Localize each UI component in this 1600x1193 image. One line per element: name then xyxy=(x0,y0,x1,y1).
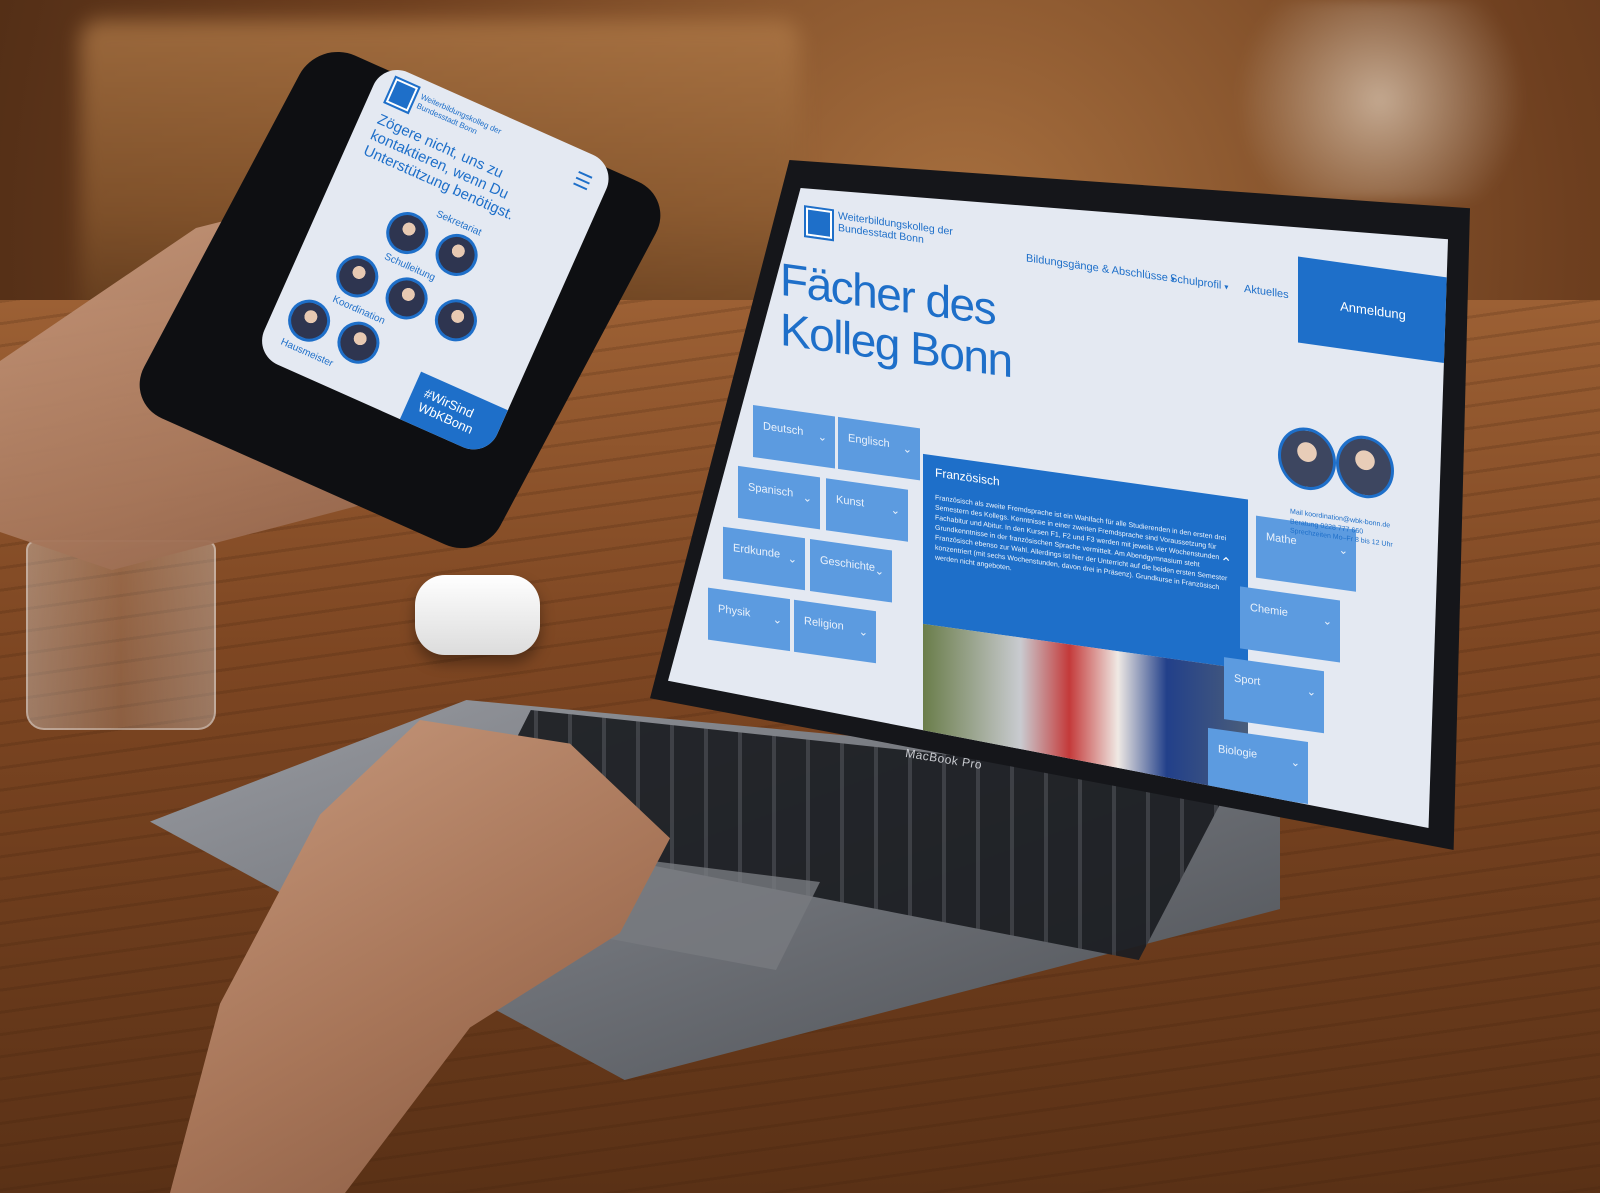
subject-tile-englisch[interactable]: Englisch ⌄ xyxy=(838,416,920,481)
subject-tile-physik[interactable]: Physik ⌄ xyxy=(708,587,790,652)
chevron-down-icon: ⌄ xyxy=(858,625,868,640)
chevron-down-icon: ⌄ xyxy=(1306,685,1316,700)
site-logo[interactable] xyxy=(804,205,834,242)
nav-item-aktuelles[interactable]: Aktuelles xyxy=(1244,283,1289,301)
chevron-down-icon: ▾ xyxy=(1224,282,1229,292)
staff-avatar xyxy=(428,292,484,349)
chevron-down-icon: ⌄ xyxy=(1322,615,1332,629)
chevron-down-icon: ⌄ xyxy=(902,442,912,457)
chevron-down-icon: ⌄ xyxy=(890,504,900,518)
earbuds-case xyxy=(415,575,540,655)
subject-tile-religion[interactable]: Religion ⌄ xyxy=(794,599,876,664)
page-title: Fächer des Kolleg Bonn xyxy=(780,252,1012,388)
subject-tile-chemie[interactable]: Chemie ⌄ xyxy=(1240,586,1340,663)
chevron-up-icon[interactable]: ⌃ xyxy=(1220,554,1232,573)
nav-item-schulprofil[interactable]: Schulprofil ▾ xyxy=(1170,273,1228,293)
anmeldung-button[interactable]: Anmeldung xyxy=(1298,256,1448,364)
subject-tile-spanisch[interactable]: Spanisch ⌄ xyxy=(738,465,820,530)
hamburger-menu-icon[interactable]: ☰ xyxy=(569,166,596,196)
chevron-down-icon: ⌄ xyxy=(787,552,797,567)
chevron-down-icon: ⌄ xyxy=(1290,756,1300,770)
site-school-name: Weiterbildungskolleg der Bundesstadt Bon… xyxy=(838,209,953,246)
chevron-down-icon: ⌄ xyxy=(802,491,812,506)
chevron-down-icon: ⌄ xyxy=(1338,544,1348,558)
chevron-down-icon: ⌄ xyxy=(772,613,782,628)
subject-tile-geschichte[interactable]: Geschichte ⌄ xyxy=(810,538,892,603)
nav-item-bildungsgaenge[interactable]: Bildungsgänge & Abschlüsse ▾ xyxy=(1026,252,1175,285)
water-glass xyxy=(26,540,216,730)
contact-avatar xyxy=(1278,423,1336,494)
chevron-down-icon: ⌄ xyxy=(817,431,827,445)
chevron-down-icon: ⌄ xyxy=(874,565,884,579)
subject-tile-erdkunde[interactable]: Erdkunde ⌄ xyxy=(723,526,805,591)
subject-tile-deutsch[interactable]: Deutsch ⌄ xyxy=(753,404,835,469)
background-light xyxy=(1200,0,1560,200)
subject-tile-kunst[interactable]: Kunst ⌄ xyxy=(826,478,908,542)
site-logo[interactable] xyxy=(383,75,421,115)
contact-avatar xyxy=(1336,431,1394,503)
